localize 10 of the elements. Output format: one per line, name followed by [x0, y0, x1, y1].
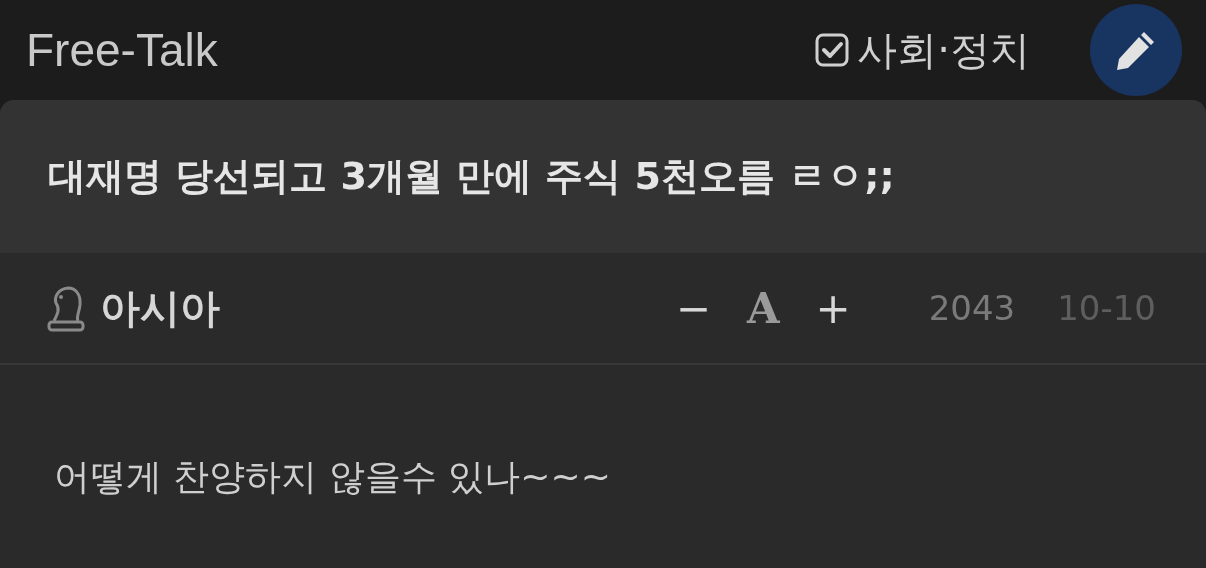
- checkbox[interactable]: [815, 33, 850, 67]
- view-count: 2043: [928, 288, 1016, 328]
- page-title: Free-Talk: [26, 23, 219, 77]
- post-body: 어떻게 찬양하지 않을수 있나~~~: [54, 456, 611, 497]
- post-title: 대재명 당선되고 3개월 만에 주식 5천오름 ㄹㅇ;;: [48, 153, 895, 200]
- author-name[interactable]: 아시아: [100, 280, 220, 336]
- font-size-button[interactable]: A: [736, 283, 790, 333]
- category-label[interactable]: 사회·정치: [857, 22, 1030, 78]
- font-decrease-button[interactable]: −: [665, 283, 721, 333]
- font-increase-button[interactable]: +: [805, 283, 861, 333]
